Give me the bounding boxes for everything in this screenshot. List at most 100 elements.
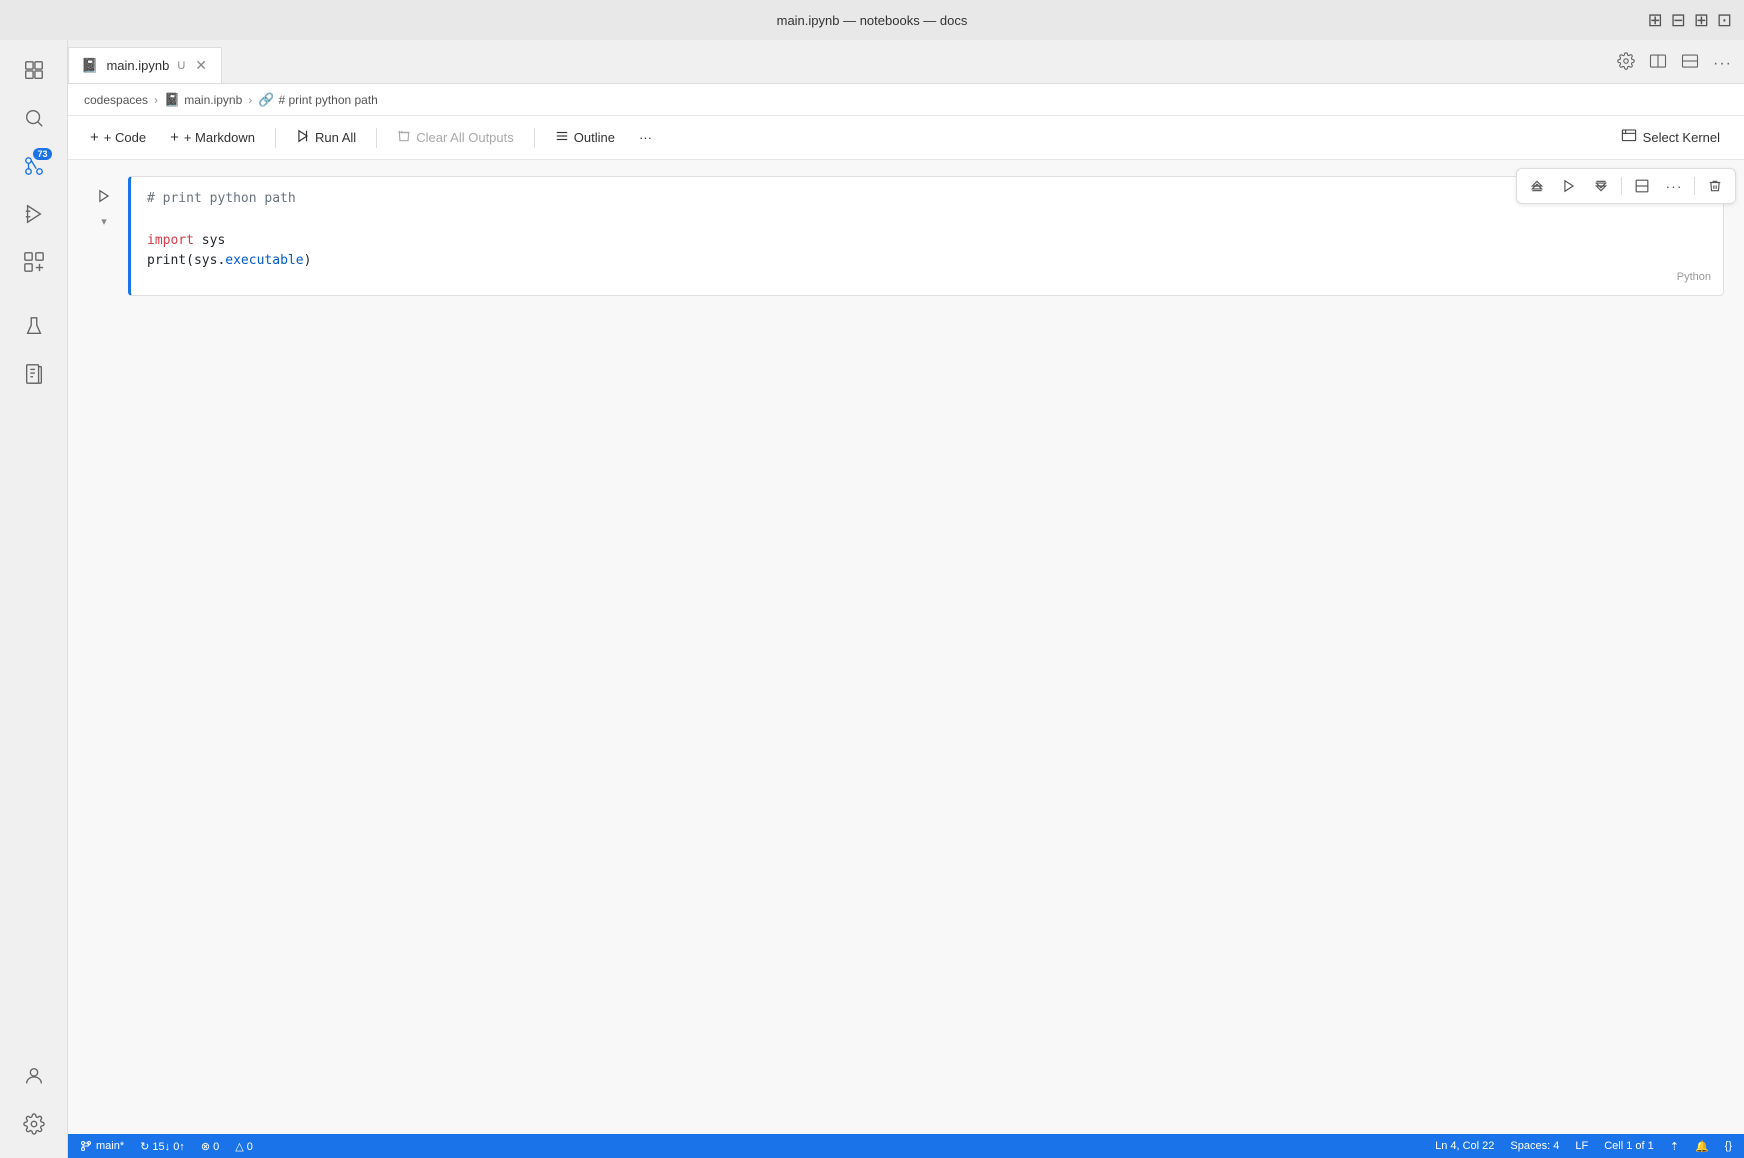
- toolbar-separator-2: [376, 128, 377, 148]
- toolbar-more-icon: ···: [639, 130, 652, 145]
- window-title: main.ipynb — notebooks — docs: [777, 13, 968, 28]
- toolbar-more-button[interactable]: ···: [629, 125, 662, 150]
- status-warnings[interactable]: △ 0: [235, 1140, 253, 1153]
- activity-bar-bottom: [12, 1054, 56, 1158]
- status-go-live[interactable]: ⇡: [1670, 1140, 1679, 1153]
- cell-container: ▾ # print python path import sys print(s…: [88, 176, 1724, 296]
- run-cell-button[interactable]: [1555, 172, 1583, 200]
- run-above-button[interactable]: [1523, 172, 1551, 200]
- cell-toolbar-sep-2: [1694, 177, 1695, 195]
- bell-icon: 🔔: [1695, 1140, 1709, 1153]
- sidebar-item-notebook[interactable]: [12, 352, 56, 396]
- cell-language-label: Python: [1677, 269, 1711, 287]
- status-cursor[interactable]: Ln 4, Col 22: [1435, 1140, 1494, 1152]
- cell-info-label: Cell 1 of 1: [1604, 1140, 1654, 1152]
- breadcrumb-codespaces[interactable]: codespaces: [84, 93, 148, 107]
- breadcrumb-codespaces-label: codespaces: [84, 93, 148, 107]
- cell-run-controls: ▾: [88, 176, 120, 296]
- add-code-button[interactable]: + + Code: [80, 124, 156, 151]
- status-braces[interactable]: {}: [1725, 1140, 1732, 1152]
- outline-button[interactable]: Outline: [545, 124, 625, 151]
- split-cell-button[interactable]: [1628, 172, 1656, 200]
- toolbar-right: Select Kernel: [1609, 123, 1732, 152]
- outline-label: Outline: [574, 130, 615, 145]
- status-sync[interactable]: ↻ 15↓ 0↑: [140, 1140, 185, 1153]
- cell-toolbar-sep-1: [1621, 177, 1622, 195]
- breadcrumb-notebook-label: main.ipynb: [184, 93, 242, 107]
- main-container: 73: [0, 40, 1744, 1158]
- cell-collapse-button[interactable]: ▾: [95, 212, 113, 230]
- run-below-button[interactable]: [1587, 172, 1615, 200]
- breadcrumb-sep-1: ›: [154, 93, 158, 107]
- layout-toggle-icon[interactable]: ⊞: [1648, 10, 1663, 31]
- tab-bar-actions: ···: [1613, 48, 1744, 83]
- go-live-label: ⇡: [1670, 1140, 1679, 1153]
- status-branch[interactable]: main*: [80, 1140, 124, 1152]
- status-bell[interactable]: 🔔: [1695, 1140, 1709, 1153]
- sidebar-item-settings[interactable]: [12, 1102, 56, 1146]
- notebook-tab-icon: 📓: [81, 57, 98, 74]
- code-line-2: import sys: [147, 231, 1707, 252]
- code-comment-1: # print python path: [147, 191, 296, 206]
- status-right: Ln 4, Col 22 Spaces: 4 LF Cell 1 of 1 ⇡ …: [1435, 1140, 1732, 1153]
- run-all-icon: [296, 129, 310, 146]
- sidebar-item-extensions[interactable]: [12, 240, 56, 284]
- sidebar-item-explorer[interactable]: [12, 48, 56, 92]
- status-spaces[interactable]: Spaces: 4: [1510, 1140, 1559, 1152]
- tab-label: main.ipynb: [106, 58, 169, 73]
- code-normal-sys: sys: [194, 233, 225, 248]
- notebook-tab[interactable]: 📓 main.ipynb U ✕: [68, 47, 222, 83]
- code-cell[interactable]: # print python path import sys print(sys…: [128, 176, 1724, 296]
- editor-settings-icon[interactable]: [1613, 48, 1639, 79]
- toolbar-separator-1: [275, 128, 276, 148]
- breadcrumb-notebook-icon: 📓: [164, 92, 180, 108]
- status-encoding[interactable]: LF: [1575, 1140, 1588, 1152]
- sidebar-toggle-icon[interactable]: ⊞: [1694, 10, 1709, 31]
- layout-2-icon[interactable]: ⊟: [1671, 10, 1686, 31]
- add-markdown-icon: +: [170, 129, 179, 146]
- notebook-content: ···: [68, 160, 1744, 1134]
- editor-layout-icon[interactable]: [1677, 48, 1703, 79]
- sidebar-item-debug[interactable]: [12, 192, 56, 236]
- branch-label: main*: [96, 1140, 124, 1152]
- code-keyword-import: import: [147, 233, 194, 248]
- code-method-executable: executable: [225, 253, 303, 268]
- sidebar-item-search[interactable]: [12, 96, 56, 140]
- clear-all-outputs-label: Clear All Outputs: [416, 130, 514, 145]
- more-cell-actions-button[interactable]: ···: [1660, 172, 1688, 200]
- clear-all-outputs-button[interactable]: Clear All Outputs: [387, 124, 524, 151]
- tab-close-button[interactable]: ✕: [193, 55, 209, 76]
- activity-bar: 73: [0, 40, 68, 1158]
- tab-modified-indicator: U: [177, 60, 185, 72]
- select-kernel-button[interactable]: Select Kernel: [1609, 123, 1732, 152]
- add-code-label: + Code: [104, 130, 146, 145]
- spaces-label: Spaces: 4: [1510, 1140, 1559, 1152]
- code-line-1: # print python path: [147, 189, 1707, 210]
- run-all-label: Run All: [315, 130, 356, 145]
- split-editor-right-icon[interactable]: [1645, 48, 1671, 79]
- delete-cell-button[interactable]: [1701, 172, 1729, 200]
- add-markdown-label: + Markdown: [184, 130, 255, 145]
- sidebar-item-account[interactable]: [12, 1054, 56, 1098]
- status-cell-info[interactable]: Cell 1 of 1: [1604, 1140, 1654, 1152]
- errors-label: ⊗ 0: [201, 1140, 219, 1153]
- breadcrumb-main-ipynb[interactable]: 📓 main.ipynb: [164, 92, 242, 108]
- editor-more-actions-icon[interactable]: ···: [1709, 51, 1736, 77]
- sidebar-item-flask[interactable]: [12, 304, 56, 348]
- add-code-icon: +: [90, 129, 99, 146]
- sidebar-item-source-control[interactable]: 73: [12, 144, 56, 188]
- run-cell-gutter-button[interactable]: [92, 184, 116, 208]
- add-markdown-button[interactable]: + + Markdown: [160, 124, 265, 151]
- notebook-toolbar: + + Code + + Markdown Run All: [68, 116, 1744, 160]
- run-all-button[interactable]: Run All: [286, 124, 366, 151]
- status-errors[interactable]: ⊗ 0: [201, 1140, 219, 1153]
- editor-area: 📓 main.ipynb U ✕: [68, 40, 1744, 1158]
- warnings-label: △ 0: [235, 1140, 253, 1153]
- breadcrumb-section[interactable]: 🔗 # print python path: [258, 92, 378, 108]
- braces-label: {}: [1725, 1140, 1732, 1152]
- toolbar-separator-3: [534, 128, 535, 148]
- status-bar: main* ↻ 15↓ 0↑ ⊗ 0 △ 0 Ln 4, Col 22 Spac…: [68, 1134, 1744, 1158]
- breadcrumb: codespaces › 📓 main.ipynb › 🔗 # print py…: [68, 84, 1744, 116]
- panel-toggle-icon[interactable]: ⊡: [1717, 10, 1732, 31]
- code-line-blank: [147, 210, 1707, 231]
